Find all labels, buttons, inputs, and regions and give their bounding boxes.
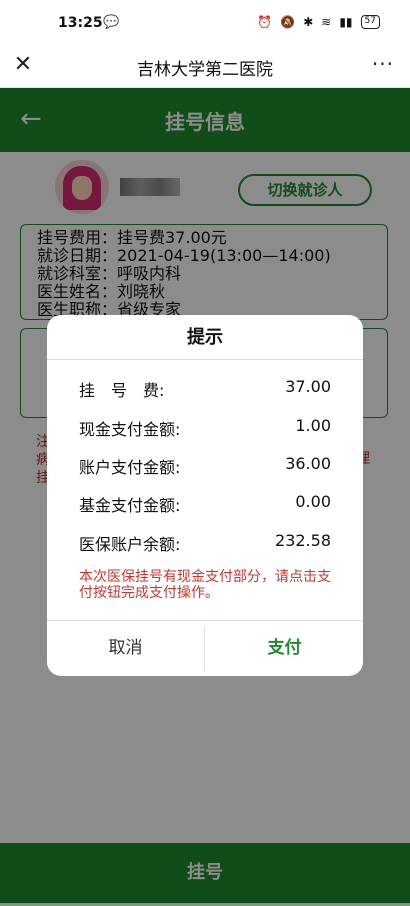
row-label: 基金支付金额: xyxy=(79,496,181,515)
cancel-button[interactable]: 取消 xyxy=(47,621,204,676)
signal-icon: ▮▮ xyxy=(339,15,353,29)
divider xyxy=(204,627,205,671)
status-icons: ⏰ 🔕 ✱ ≋ ▮▮ 57 xyxy=(257,15,380,29)
payment-dialog: 提示 挂 号 费: 37.00 现金支付金额: 1.00 账户支付金额: 36.… xyxy=(47,315,363,676)
row-label: 医保账户余额: xyxy=(79,535,181,554)
wechat-icon: 💬 xyxy=(103,15,120,30)
bluetooth-icon: ✱ xyxy=(303,15,314,29)
alarm-icon: ⏰ xyxy=(257,15,273,29)
mute-icon: 🔕 xyxy=(280,15,296,29)
row-value: 1.00 xyxy=(295,416,331,435)
row-value: 37.00 xyxy=(285,377,331,396)
dialog-row: 挂 号 费: 37.00 xyxy=(79,377,331,401)
browser-title-bar: ✕ 吉林大学第二医院 ··· xyxy=(0,46,410,88)
dialog-message: 本次医保挂号有现金支付部分，请点击支付按钮完成支付操作。 xyxy=(79,569,331,601)
status-time: 13:25 xyxy=(58,15,103,31)
row-value: 36.00 xyxy=(285,454,331,473)
dialog-title: 提示 xyxy=(47,315,363,360)
dialog-row: 基金支付金额: 0.00 xyxy=(79,492,331,516)
dialog-row: 账户支付金额: 36.00 xyxy=(79,454,331,478)
dialog-actions: 取消 支付 xyxy=(47,620,363,676)
status-bar: 13:25 💬 ⏰ 🔕 ✱ ≋ ▮▮ 57 xyxy=(0,0,410,46)
row-value: 0.00 xyxy=(295,492,331,511)
page: ← 挂号信息 切换就诊人 挂号费用：挂号费37.00元 就诊日期：2021-04… xyxy=(0,88,410,906)
row-label: 现金支付金额: xyxy=(79,420,181,439)
dialog-row: 现金支付金额: 1.00 xyxy=(79,416,331,440)
more-icon[interactable]: ··· xyxy=(372,52,394,76)
row-label: 账户支付金额: xyxy=(79,458,181,477)
pay-button[interactable]: 支付 xyxy=(206,621,363,676)
browser-title: 吉林大学第二医院 xyxy=(137,60,273,80)
row-value: 232.58 xyxy=(275,531,331,550)
battery-icon: 57 xyxy=(360,15,380,29)
wifi-icon: ≋ xyxy=(321,15,332,29)
dialog-row: 医保账户余额: 232.58 xyxy=(79,531,331,555)
row-label: 挂 号 费: xyxy=(79,381,165,400)
